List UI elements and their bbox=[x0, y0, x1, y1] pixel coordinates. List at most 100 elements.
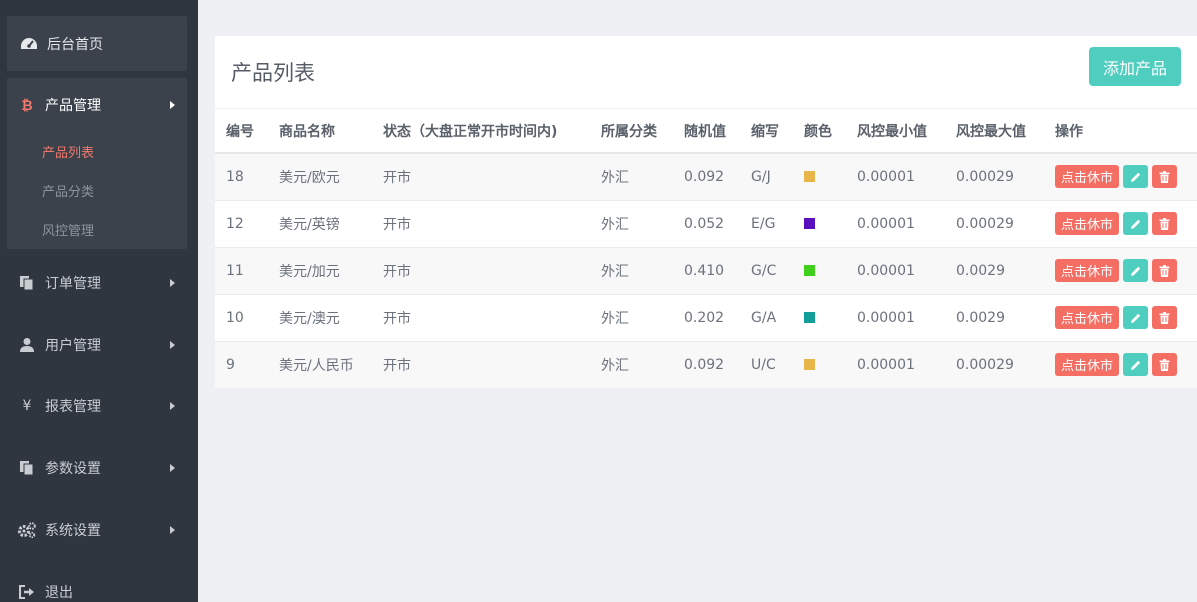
col-header-status: 状态（大盘正常开市时间内) bbox=[372, 109, 590, 154]
col-header-abbr: 缩写 bbox=[740, 109, 793, 154]
delete-button[interactable] bbox=[1152, 353, 1178, 377]
cell-max: 0.0029 bbox=[945, 246, 1044, 294]
nav-group-products: ₿ 产品管理 产品列表 产品分类 风控管理 bbox=[7, 78, 187, 249]
close-market-button[interactable]: 点击休市 bbox=[1055, 165, 1120, 189]
col-header-id: 编号 bbox=[215, 109, 268, 154]
cell-name: 美元/英镑 bbox=[268, 199, 372, 247]
bitcoin-icon: ₿ bbox=[21, 97, 33, 114]
cell-min: 0.00001 bbox=[846, 246, 945, 294]
nav-orders[interactable]: 订单管理 bbox=[7, 263, 187, 303]
cell-actions: 点击休市 bbox=[1044, 246, 1197, 294]
table-row: 18 美元/欧元 开市 外汇 0.092 G/J 0.00001 0.00029 点击休市 bbox=[215, 152, 1197, 200]
chevron-right-icon bbox=[170, 464, 175, 472]
col-header-name: 商品名称 bbox=[268, 109, 372, 154]
edit-button[interactable] bbox=[1123, 353, 1149, 377]
cell-id: 9 bbox=[215, 340, 268, 388]
cell-status: 开市 bbox=[372, 340, 590, 388]
cell-random: 0.052 bbox=[673, 199, 740, 247]
cell-min: 0.00001 bbox=[846, 152, 945, 200]
pencil-icon bbox=[1130, 172, 1140, 182]
nav-system[interactable]: 系统设置 bbox=[7, 510, 187, 550]
edit-button[interactable] bbox=[1123, 259, 1149, 282]
trash-icon bbox=[1159, 264, 1170, 277]
color-swatch bbox=[804, 171, 815, 183]
nav-users-label: 用户管理 bbox=[45, 338, 101, 354]
cell-random: 0.092 bbox=[673, 152, 740, 200]
nav-products-label: 产品管理 bbox=[45, 98, 101, 114]
trash-icon bbox=[1159, 217, 1170, 230]
trash-icon bbox=[1159, 311, 1170, 324]
table-row: 12 美元/英镑 开市 外汇 0.052 E/G 0.00001 0.00029 点击休市 bbox=[215, 199, 1197, 247]
cell-min: 0.00001 bbox=[846, 199, 945, 247]
nav-home[interactable]: 后台首页 bbox=[7, 16, 187, 71]
table-row: 10 美元/澳元 开市 外汇 0.202 G/A 0.00001 0.0029 点击休市 bbox=[215, 293, 1197, 341]
col-header-actions: 操作 bbox=[1044, 109, 1197, 154]
close-market-button[interactable]: 点击休市 bbox=[1055, 306, 1120, 329]
dashboard-icon bbox=[19, 34, 39, 54]
cell-max: 0.00029 bbox=[945, 152, 1044, 200]
user-icon bbox=[17, 335, 37, 355]
cell-category: 外汇 bbox=[590, 246, 673, 294]
cell-category: 外汇 bbox=[590, 340, 673, 388]
add-product-button[interactable]: 添加产品 bbox=[1089, 47, 1181, 86]
color-swatch bbox=[804, 265, 815, 276]
pencil-icon bbox=[1130, 219, 1140, 229]
col-header-category: 所属分类 bbox=[590, 109, 673, 154]
cell-min: 0.00001 bbox=[846, 293, 945, 341]
cell-max: 0.0029 bbox=[945, 293, 1044, 341]
nav-home-label: 后台首页 bbox=[47, 36, 103, 53]
sub-item-product-category[interactable]: 产品分类 bbox=[7, 171, 187, 210]
delete-button[interactable] bbox=[1152, 212, 1178, 235]
col-header-max: 风控最大值 bbox=[945, 109, 1044, 154]
cell-color bbox=[793, 199, 846, 247]
cell-random: 0.410 bbox=[673, 246, 740, 294]
cell-name: 美元/加元 bbox=[268, 246, 372, 294]
delete-button[interactable] bbox=[1152, 165, 1178, 189]
gears-icon bbox=[17, 520, 37, 540]
edit-button[interactable] bbox=[1123, 212, 1149, 235]
yen-icon: ¥ bbox=[22, 398, 32, 414]
edit-button[interactable] bbox=[1123, 306, 1149, 329]
copy-icon bbox=[17, 273, 37, 293]
cell-id: 12 bbox=[215, 199, 268, 247]
cell-actions: 点击休市 bbox=[1044, 340, 1197, 388]
cell-id: 11 bbox=[215, 246, 268, 294]
nav-reports[interactable]: ¥ 报表管理 bbox=[7, 386, 187, 426]
close-market-button[interactable]: 点击休市 bbox=[1055, 259, 1120, 282]
pencil-icon bbox=[1130, 360, 1140, 370]
edit-button[interactable] bbox=[1123, 165, 1149, 189]
row-actions: 点击休市 bbox=[1055, 259, 1197, 282]
chevron-right-icon bbox=[170, 526, 175, 534]
sidebar: 后台首页 ₿ 产品管理 产品列表 产品分类 风控管理 订单管理 用户管理 ¥ 报… bbox=[0, 0, 198, 602]
cell-abbr: U/C bbox=[740, 340, 793, 388]
pencil-icon bbox=[1130, 266, 1140, 276]
close-market-button[interactable]: 点击休市 bbox=[1055, 212, 1120, 235]
cell-status: 开市 bbox=[372, 199, 590, 247]
chevron-right-icon bbox=[170, 101, 175, 109]
product-list-panel: 产品列表 添加产品 编号 商品名称 状态（大盘正常开市时间内) 所属分类 随机值… bbox=[215, 36, 1197, 388]
cell-abbr: E/G bbox=[740, 199, 793, 247]
row-actions: 点击休市 bbox=[1055, 353, 1197, 377]
logout-icon bbox=[17, 582, 37, 602]
row-actions: 点击休市 bbox=[1055, 306, 1197, 329]
cell-status: 开市 bbox=[372, 293, 590, 341]
close-market-button[interactable]: 点击休市 bbox=[1055, 353, 1120, 377]
cell-random: 0.092 bbox=[673, 340, 740, 388]
cell-abbr: G/C bbox=[740, 246, 793, 294]
cell-max: 0.00029 bbox=[945, 199, 1044, 247]
nav-params[interactable]: 参数设置 bbox=[7, 448, 187, 488]
sub-item-risk-control[interactable]: 风控管理 bbox=[7, 210, 187, 249]
cell-min: 0.00001 bbox=[846, 340, 945, 388]
delete-button[interactable] bbox=[1152, 259, 1178, 282]
col-header-min: 风控最小值 bbox=[846, 109, 945, 154]
cell-status: 开市 bbox=[372, 246, 590, 294]
nav-products[interactable]: ₿ 产品管理 bbox=[7, 78, 187, 132]
nav-logout[interactable]: 退出 bbox=[7, 572, 187, 602]
sub-item-product-list[interactable]: 产品列表 bbox=[7, 132, 187, 171]
trash-icon bbox=[1159, 170, 1170, 183]
delete-button[interactable] bbox=[1152, 306, 1178, 329]
nav-users[interactable]: 用户管理 bbox=[7, 325, 187, 365]
nav-system-label: 系统设置 bbox=[45, 523, 101, 539]
cell-abbr: G/A bbox=[740, 293, 793, 341]
col-header-random: 随机值 bbox=[673, 109, 740, 154]
